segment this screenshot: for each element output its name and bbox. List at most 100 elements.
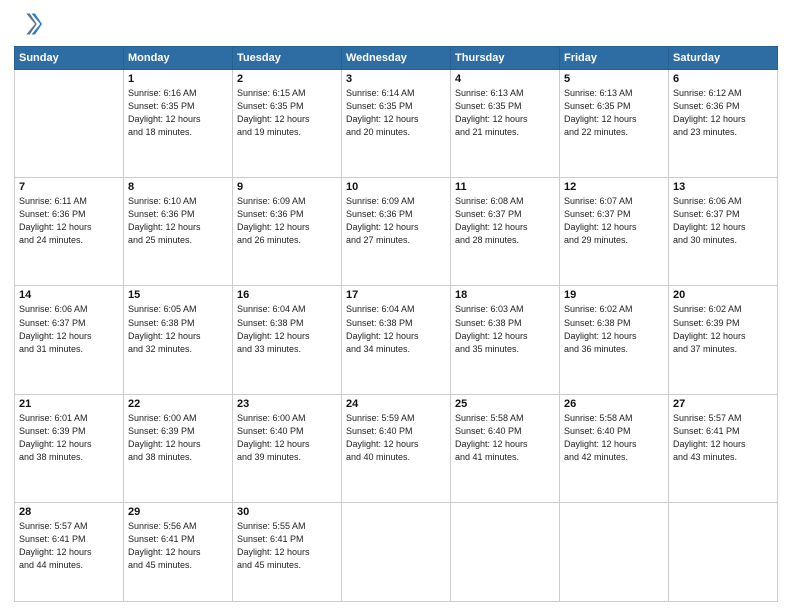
calendar-cell: 22Sunrise: 6:00 AM Sunset: 6:39 PM Dayli… xyxy=(124,394,233,502)
calendar-week-row: 21 Sunrise: 6:01 AM Sunset: 6:39 PM Dayli… xyxy=(15,394,778,502)
calendar-cell: 24 Sunrise: 5:59 AM Sunset: 6:40 PM Dayli… xyxy=(342,394,451,502)
calendar-cell: 26 Sunrise: 5:58 AM Sunset: 6:40 PM Dayli… xyxy=(560,394,669,502)
calendar-cell xyxy=(560,502,669,601)
day-info: Sunrise: 6:02 AM Sunset: 6:38 PM Dayligh… xyxy=(564,303,664,355)
day-number: 28 xyxy=(19,506,119,518)
day-number: 5 xyxy=(564,73,664,85)
calendar-cell: 1 Sunrise: 6:16 AM Sunset: 6:35 PM Daylig… xyxy=(124,70,233,178)
day-number: 9 xyxy=(237,181,337,193)
calendar-cell xyxy=(15,70,124,178)
day-info: Sunrise: 6:06 AM Sunset: 6:37 PM Dayligh… xyxy=(673,195,773,247)
calendar-cell: 6 Sunrise: 6:12 AM Sunset: 6:36 PM Daylig… xyxy=(669,70,778,178)
day-number: 29 xyxy=(128,506,228,518)
calendar-cell: 16 Sunrise: 6:04 AM Sunset: 6:38 PM Dayli… xyxy=(233,286,342,394)
calendar-week-row: 28 Sunrise: 5:57 AM Sunset: 6:41 PM Dayli… xyxy=(15,502,778,601)
day-number: 21 xyxy=(19,398,119,410)
calendar-cell: 4 Sunrise: 6:13 AM Sunset: 6:35 PM Daylig… xyxy=(451,70,560,178)
calendar-cell: 17 Sunrise: 6:04 AM Sunset: 6:38 PM Dayli… xyxy=(342,286,451,394)
calendar-cell xyxy=(669,502,778,601)
logo xyxy=(14,10,46,38)
day-info: Sunrise: 6:03 AM Sunset: 6:38 PM Dayligh… xyxy=(455,303,555,355)
calendar-cell: 18 Sunrise: 6:03 AM Sunset: 6:38 PM Dayli… xyxy=(451,286,560,394)
day-info: Sunrise: 6:08 AM Sunset: 6:37 PM Dayligh… xyxy=(455,195,555,247)
day-info: Sunrise: 6:09 AM Sunset: 6:36 PM Dayligh… xyxy=(237,195,337,247)
day-number: 6 xyxy=(673,73,773,85)
day-number: 25 xyxy=(455,398,555,410)
day-info: Sunrise: 6:04 AM Sunset: 6:38 PM Dayligh… xyxy=(237,303,337,355)
calendar-week-row: 1 Sunrise: 6:16 AM Sunset: 6:35 PM Daylig… xyxy=(15,70,778,178)
day-number: 8 xyxy=(128,181,228,193)
header xyxy=(14,10,778,38)
weekday-header: Wednesday xyxy=(342,47,451,70)
day-info: Sunrise: 6:01 AM Sunset: 6:39 PM Dayligh… xyxy=(19,412,119,464)
day-info: Sunrise: 6:09 AM Sunset: 6:36 PM Dayligh… xyxy=(346,195,446,247)
calendar-cell: 2Sunrise: 6:15 AM Sunset: 6:35 PM Daylig… xyxy=(233,70,342,178)
calendar-cell: 14 Sunrise: 6:06 AM Sunset: 6:37 PM Dayli… xyxy=(15,286,124,394)
day-info: Sunrise: 6:14 AM Sunset: 6:35 PM Dayligh… xyxy=(346,87,446,139)
calendar-cell: 21 Sunrise: 6:01 AM Sunset: 6:39 PM Dayli… xyxy=(15,394,124,502)
day-info: Sunrise: 6:15 AM Sunset: 6:35 PM Dayligh… xyxy=(237,87,337,139)
day-info: Sunrise: 5:57 AM Sunset: 6:41 PM Dayligh… xyxy=(673,412,773,464)
day-number: 4 xyxy=(455,73,555,85)
page: SundayMondayTuesdayWednesdayThursdayFrid… xyxy=(0,0,792,612)
day-info: Sunrise: 6:16 AM Sunset: 6:35 PM Dayligh… xyxy=(128,87,228,139)
day-number: 1 xyxy=(128,73,228,85)
day-number: 22 xyxy=(128,398,228,410)
day-info: Sunrise: 6:06 AM Sunset: 6:37 PM Dayligh… xyxy=(19,303,119,355)
calendar-cell: 5 Sunrise: 6:13 AM Sunset: 6:35 PM Daylig… xyxy=(560,70,669,178)
day-number: 10 xyxy=(346,181,446,193)
day-info: Sunrise: 6:13 AM Sunset: 6:35 PM Dayligh… xyxy=(564,87,664,139)
calendar-cell: 29 Sunrise: 5:56 AM Sunset: 6:41 PM Dayli… xyxy=(124,502,233,601)
day-info: Sunrise: 5:58 AM Sunset: 6:40 PM Dayligh… xyxy=(455,412,555,464)
calendar-cell: 7 Sunrise: 6:11 AM Sunset: 6:36 PM Daylig… xyxy=(15,178,124,286)
calendar-table: SundayMondayTuesdayWednesdayThursdayFrid… xyxy=(14,46,778,602)
day-info: Sunrise: 5:57 AM Sunset: 6:41 PM Dayligh… xyxy=(19,520,119,572)
calendar-cell: 8 Sunrise: 6:10 AM Sunset: 6:36 PM Daylig… xyxy=(124,178,233,286)
day-number: 24 xyxy=(346,398,446,410)
day-number: 13 xyxy=(673,181,773,193)
calendar-cell: 13 Sunrise: 6:06 AM Sunset: 6:37 PM Dayli… xyxy=(669,178,778,286)
weekday-header: Monday xyxy=(124,47,233,70)
day-info: Sunrise: 6:02 AM Sunset: 6:39 PM Dayligh… xyxy=(673,303,773,355)
day-number: 23 xyxy=(237,398,337,410)
day-info: Sunrise: 6:10 AM Sunset: 6:36 PM Dayligh… xyxy=(128,195,228,247)
day-number: 15 xyxy=(128,289,228,301)
calendar-cell xyxy=(451,502,560,601)
weekday-header: Saturday xyxy=(669,47,778,70)
day-info: Sunrise: 5:58 AM Sunset: 6:40 PM Dayligh… xyxy=(564,412,664,464)
weekday-header: Friday xyxy=(560,47,669,70)
day-number: 18 xyxy=(455,289,555,301)
weekday-header: Sunday xyxy=(15,47,124,70)
calendar-cell: 11 Sunrise: 6:08 AM Sunset: 6:37 PM Dayli… xyxy=(451,178,560,286)
day-info: Sunrise: 5:59 AM Sunset: 6:40 PM Dayligh… xyxy=(346,412,446,464)
calendar-cell: 10 Sunrise: 6:09 AM Sunset: 6:36 PM Dayli… xyxy=(342,178,451,286)
weekday-header: Thursday xyxy=(451,47,560,70)
day-info: Sunrise: 5:55 AM Sunset: 6:41 PM Dayligh… xyxy=(237,520,337,572)
day-number: 30 xyxy=(237,506,337,518)
calendar-cell: 23Sunrise: 6:00 AM Sunset: 6:40 PM Dayli… xyxy=(233,394,342,502)
day-number: 19 xyxy=(564,289,664,301)
day-number: 12 xyxy=(564,181,664,193)
day-info: Sunrise: 6:11 AM Sunset: 6:36 PM Dayligh… xyxy=(19,195,119,247)
calendar-cell xyxy=(342,502,451,601)
day-info: Sunrise: 6:05 AM Sunset: 6:38 PM Dayligh… xyxy=(128,303,228,355)
day-number: 7 xyxy=(19,181,119,193)
calendar-cell: 15 Sunrise: 6:05 AM Sunset: 6:38 PM Dayli… xyxy=(124,286,233,394)
day-number: 14 xyxy=(19,289,119,301)
calendar-cell: 20 Sunrise: 6:02 AM Sunset: 6:39 PM Dayli… xyxy=(669,286,778,394)
day-info: Sunrise: 6:07 AM Sunset: 6:37 PM Dayligh… xyxy=(564,195,664,247)
day-info: Sunrise: 5:56 AM Sunset: 6:41 PM Dayligh… xyxy=(128,520,228,572)
day-number: 26 xyxy=(564,398,664,410)
calendar-cell: 19 Sunrise: 6:02 AM Sunset: 6:38 PM Dayli… xyxy=(560,286,669,394)
day-number: 11 xyxy=(455,181,555,193)
calendar-week-row: 7 Sunrise: 6:11 AM Sunset: 6:36 PM Daylig… xyxy=(15,178,778,286)
day-number: 16 xyxy=(237,289,337,301)
day-number: 20 xyxy=(673,289,773,301)
calendar-cell: 28 Sunrise: 5:57 AM Sunset: 6:41 PM Dayli… xyxy=(15,502,124,601)
calendar-cell: 12 Sunrise: 6:07 AM Sunset: 6:37 PM Dayli… xyxy=(560,178,669,286)
day-info: Sunrise: 6:04 AM Sunset: 6:38 PM Dayligh… xyxy=(346,303,446,355)
day-number: 17 xyxy=(346,289,446,301)
weekday-header-row: SundayMondayTuesdayWednesdayThursdayFrid… xyxy=(15,47,778,70)
day-info: Sunrise: 6:12 AM Sunset: 6:36 PM Dayligh… xyxy=(673,87,773,139)
day-info: Sunrise: 6:13 AM Sunset: 6:35 PM Dayligh… xyxy=(455,87,555,139)
